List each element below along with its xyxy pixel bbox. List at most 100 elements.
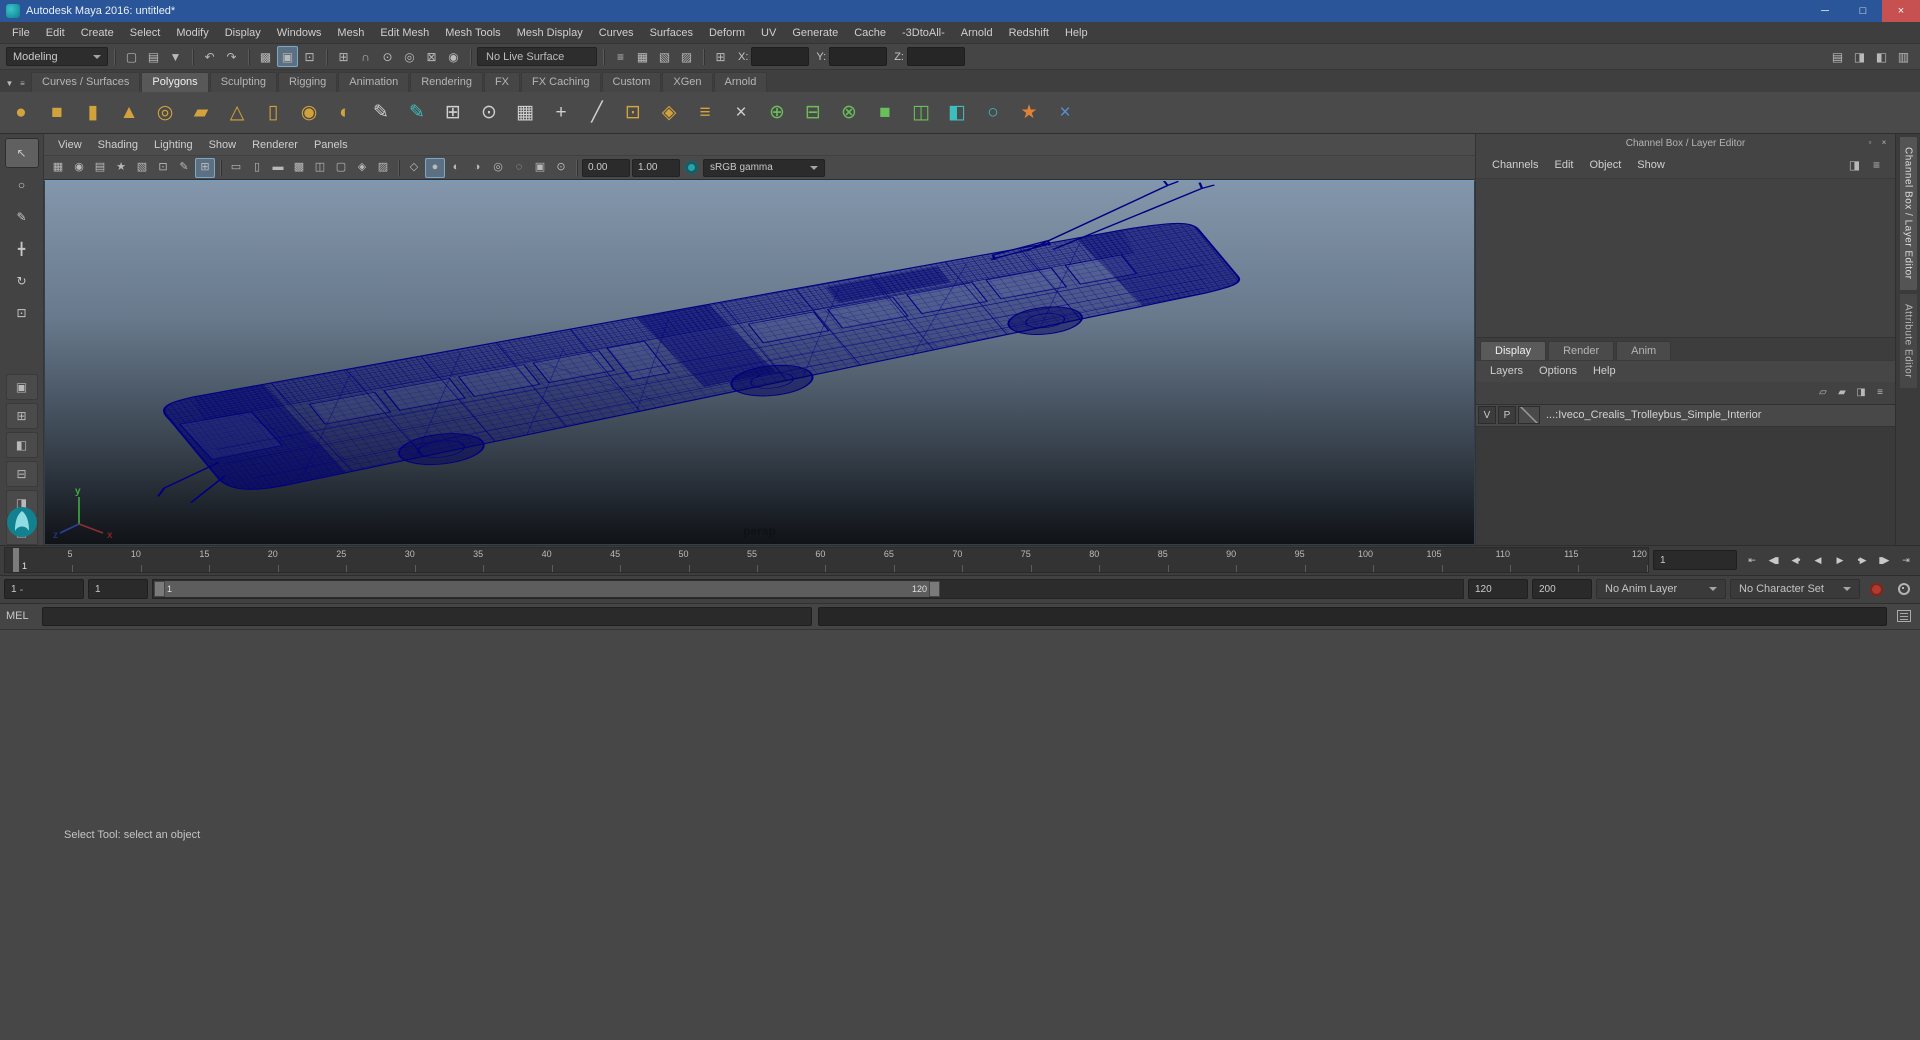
field-chart-icon[interactable]: ▩ [289,158,309,178]
shelf-tab[interactable]: Rigging [277,72,338,92]
bookmarks-icon[interactable]: ★ [111,158,131,178]
step-back-key-button[interactable]: ◀• [1785,550,1806,570]
y-coordinate-input[interactable] [829,47,888,66]
safe-action-icon[interactable]: ◫ [310,158,330,178]
layout-single-perspective[interactable]: ▣ [5,374,38,400]
combine[interactable]: ■ [868,95,902,131]
safe-title-icon[interactable]: ▢ [331,158,351,178]
layer-editor-tab[interactable]: Display [1480,340,1547,360]
anim-layer-dropdown[interactable]: No Anim Layer [1596,579,1726,599]
tool-settings-toggle-icon[interactable]: ◧ [1871,46,1892,67]
construction-history-icon[interactable]: ≡ [610,46,631,67]
separate[interactable]: ◫ [904,95,938,131]
layer-visibility-toggle[interactable]: V [1478,406,1496,424]
highlight-selection-icon[interactable]: ◈ [352,158,372,178]
gamma-field[interactable]: 1.00 [632,158,680,177]
shelf-tab[interactable]: Rendering [410,72,483,92]
viewport-menu-item[interactable]: Panels [306,134,356,155]
bevel[interactable]: ◈ [652,95,686,131]
go-to-end-button[interactable]: ⇥ [1895,550,1916,570]
poly-pyramid[interactable]: △ [220,95,254,131]
menu-set-selector[interactable]: Modeling [6,47,108,66]
layer-editor-menu-item[interactable]: Layers [1482,365,1531,377]
spherical-map[interactable]: ⊙ [472,95,506,131]
redo-icon[interactable]: ↷ [221,46,242,67]
layout-four-view[interactable]: ⊞ [5,403,38,429]
shelf-tab[interactable]: Custom [601,72,662,92]
layout-persp-outliner[interactable]: ◧ [5,432,38,458]
step-back-frame-button[interactable]: ◀▮ [1763,550,1784,570]
save-scene-icon[interactable]: ▼ [165,46,186,67]
screen-space-ao-icon[interactable]: ◎ [488,158,508,178]
menu-item[interactable]: Mesh [329,22,372,43]
pin-panel-icon[interactable]: ▫ [1863,136,1877,150]
delete-edge[interactable]: × [724,95,758,131]
speed-slider-icon[interactable]: ◨ [1844,155,1865,176]
select-object-icon[interactable]: ▣ [277,46,298,67]
viewport-canvas[interactable]: y x z persp [44,180,1475,545]
shelf-tab[interactable]: Polygons [141,72,209,92]
channelbox-menu-item[interactable]: Channels [1484,159,1546,171]
new-scene-icon[interactable]: ▢ [121,46,142,67]
camera-attributes-icon[interactable]: ▤ [90,158,110,178]
move-layer-up-icon[interactable]: ▱ [1814,384,1832,402]
menu-item[interactable]: Deform [701,22,753,43]
quad-draw-tool[interactable]: ✎ [400,95,434,131]
menu-item[interactable]: Generate [784,22,846,43]
poly-plane[interactable]: ▰ [184,95,218,131]
side-panel-tab[interactable]: Channel Box / Layer Editor [1899,137,1917,290]
command-language-toggle[interactable]: MEL [6,610,36,622]
viewport-menu-item[interactable]: View [50,134,90,155]
close-button[interactable]: × [1882,0,1920,22]
shelf-tab[interactable]: Animation [338,72,410,92]
character-set-dropdown[interactable]: No Character Set [1730,579,1860,599]
layout-persp-graph[interactable]: ⊟ [5,461,38,487]
maximize-button[interactable]: □ [1844,0,1882,22]
channel-box-toggle-icon[interactable]: ▥ [1893,46,1914,67]
close-panel-icon[interactable]: × [1877,136,1891,150]
render-current-frame-icon[interactable]: ▦ [632,46,653,67]
film-gate-icon[interactable]: ▭ [226,158,246,178]
platonic-solid[interactable]: ★ [1012,95,1046,131]
make-live-icon[interactable]: ◉ [443,46,464,67]
subdiv-proxy[interactable]: ◐ [328,95,362,131]
snap-to-point-icon[interactable]: ⊙ [377,46,398,67]
color-management-icon[interactable] [685,161,698,174]
step-forward-frame-button[interactable]: ▮▶ [1873,550,1894,570]
shelf-tab[interactable]: Sculpting [209,72,277,92]
menu-item[interactable]: Windows [269,22,330,43]
animation-end-field[interactable]: 200 [1532,579,1592,599]
ipr-render-icon[interactable]: ▧ [654,46,675,67]
viewport-menu-item[interactable]: Lighting [146,134,201,155]
snap-to-view-plane-icon[interactable]: ⊠ [421,46,442,67]
poly-sphere[interactable]: ● [4,95,38,131]
shadows-icon[interactable]: ◑ [467,158,487,178]
image-plane-icon[interactable]: ▧ [132,158,152,178]
menu-item[interactable]: -3DtoAll- [894,22,953,43]
gate-mask-icon[interactable]: ▬ [268,158,288,178]
shelf-tab[interactable]: XGen [662,72,713,92]
shelf-tab[interactable]: FX Caching [521,72,601,92]
layer-playback-toggle[interactable]: P [1498,406,1516,424]
shelf-options-icon[interactable]: ≡ [16,76,29,92]
menu-item[interactable]: File [4,22,38,43]
menu-item[interactable]: Modify [168,22,216,43]
menu-item[interactable]: Select [122,22,169,43]
multi-cut-tool[interactable]: ╱ [580,95,614,131]
channelbox-menu-item[interactable]: Show [1629,159,1673,171]
select-hierarchy-icon[interactable]: ▩ [255,46,276,67]
lock-camera-icon[interactable]: ◉ [69,158,89,178]
smooth-mesh-display[interactable]: ◉ [292,95,326,131]
resolution-gate-icon[interactable]: ▯ [247,158,267,178]
menu-item[interactable]: Help [1057,22,1096,43]
poly-pipe[interactable]: ▯ [256,95,290,131]
wireframe-icon[interactable]: ◇ [404,158,424,178]
playback-start-field[interactable]: 1 [88,579,148,599]
shelf-tab-menu-icon[interactable]: ▼ [3,76,16,92]
render-settings-icon[interactable]: ▨ [676,46,697,67]
append-polygon-tool[interactable]: + [544,95,578,131]
quadrangulate[interactable]: ⊞ [436,95,470,131]
new-empty-layer-icon[interactable]: ◨ [1852,384,1870,402]
move-tool[interactable]: ╋ [5,234,39,264]
side-panel-tab[interactable]: Attribute Editor [1899,293,1917,388]
